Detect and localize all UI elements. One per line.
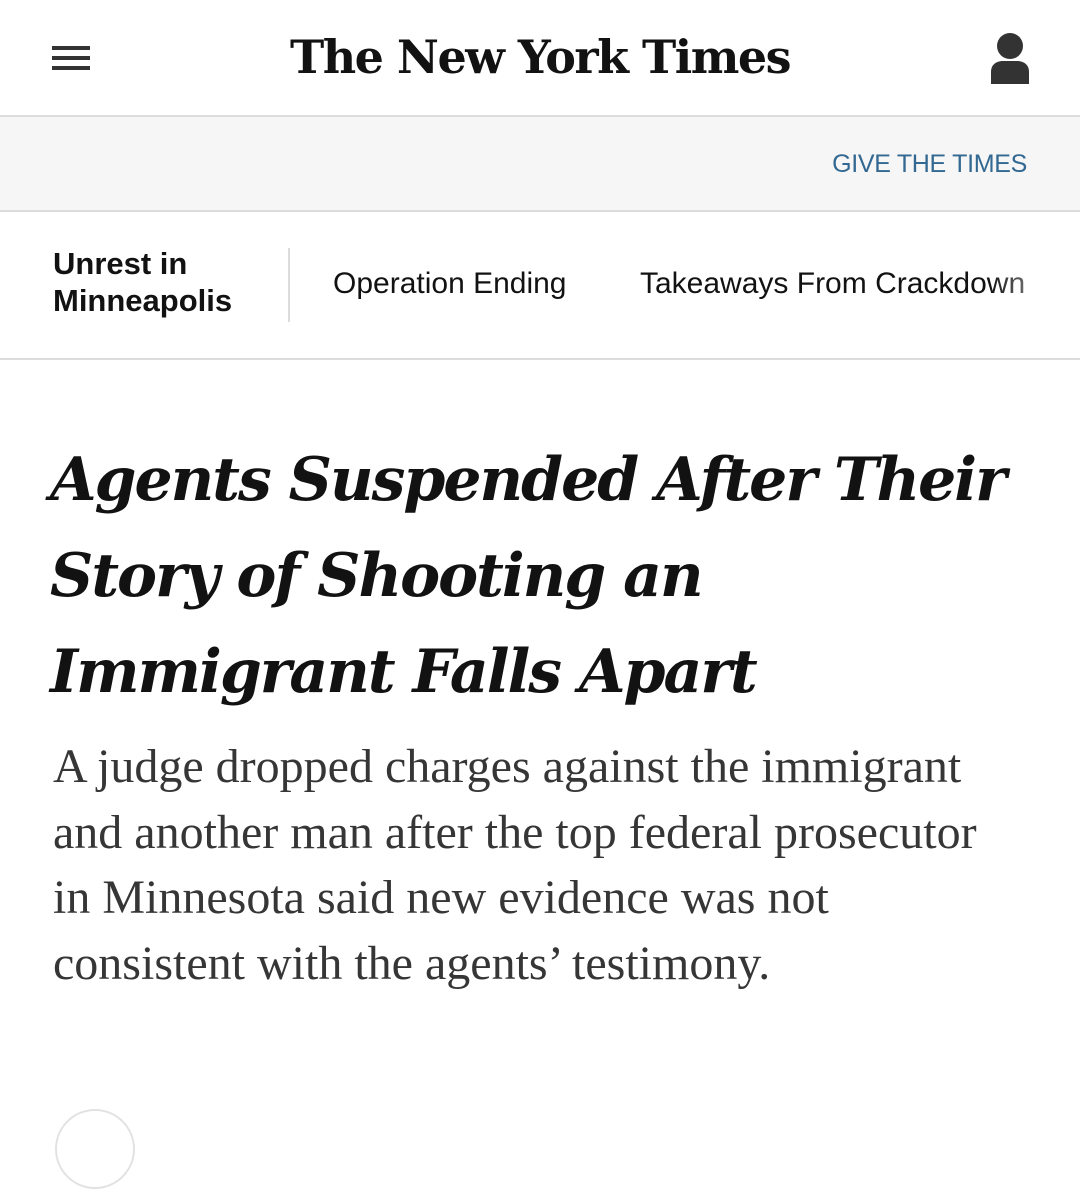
masthead: The New York Times [0, 0, 1080, 117]
give-the-times-link[interactable]: GIVE THE TIMES [832, 150, 1027, 179]
nyt-logo[interactable]: The New York Times [290, 22, 792, 92]
author-avatar[interactable] [55, 1109, 135, 1189]
menu-bar [52, 46, 90, 50]
topic-title[interactable]: Unrest in Minneapolis [53, 245, 273, 319]
topic-link-takeaways[interactable]: Takeaways From Crackdown [640, 267, 1025, 301]
hamburger-menu-icon[interactable] [50, 40, 92, 76]
promo-bar: GIVE THE TIMES [0, 117, 1080, 212]
topic-link-operation-ending[interactable]: Operation Ending [333, 267, 567, 301]
user-silhouette-icon [991, 33, 1029, 84]
user-account-icon[interactable] [986, 30, 1034, 86]
topic-nav: Unrest in Minneapolis Operation Ending T… [0, 212, 1080, 360]
article-headline: Agents Suspended After Their Story of Sh… [50, 445, 1007, 707]
menu-bar [52, 56, 90, 60]
menu-bar [52, 66, 90, 70]
article-summary: A judge dropped charges against the immi… [53, 740, 977, 990]
topic-divider [288, 248, 290, 322]
